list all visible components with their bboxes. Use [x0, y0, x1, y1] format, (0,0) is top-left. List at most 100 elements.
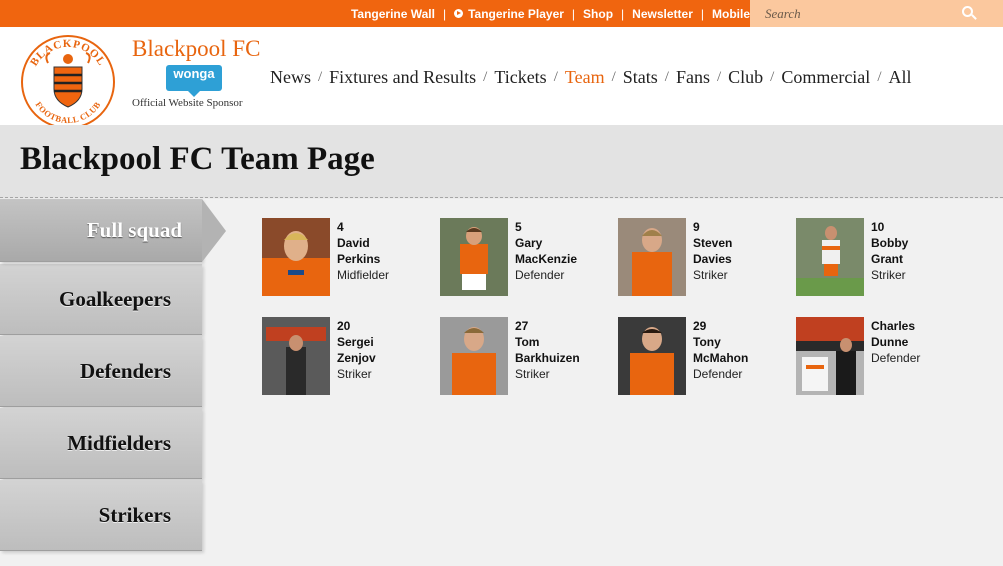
team-content: Full squad Goalkeepers Defenders Midfiel… [0, 199, 1003, 566]
player-photo [796, 218, 864, 296]
squad-filter-menu: Full squad Goalkeepers Defenders Midfiel… [0, 199, 226, 552]
player-card[interactable]: 10 Bobby Grant Striker [796, 218, 966, 298]
club-crest-logo[interactable]: BLACKPOOL FOOTBALL CLUB [18, 33, 118, 129]
player-position: Striker [337, 367, 372, 381]
player-first-name: Sergei [337, 335, 374, 349]
menu-strikers[interactable]: Strikers [0, 480, 202, 551]
player-position: Defender [871, 351, 921, 365]
player-photo [440, 317, 508, 395]
player-number: 4 [337, 220, 344, 234]
nav-separator: / [318, 69, 323, 85]
player-number: 27 [515, 319, 529, 333]
player-number: 10 [871, 220, 885, 234]
top-link-tangerine-wall[interactable]: Tangerine Wall [351, 7, 435, 21]
menu-full-squad[interactable]: Full squad [0, 199, 226, 262]
player-card[interactable]: 20 Sergei Zenjov Striker [262, 317, 432, 397]
player-info: 5 Gary MacKenzie Defender [515, 219, 577, 283]
player-photo [618, 218, 686, 296]
player-last-name: Dunne [871, 335, 909, 349]
player-info: 27 Tom Barkhuizen Striker [515, 318, 580, 382]
top-link-shop[interactable]: Shop [583, 7, 613, 21]
top-links: Tangerine Wall | Tangerine Player | Shop… [351, 0, 750, 27]
nav-team[interactable]: Team [565, 67, 605, 88]
player-first-name: Steven [693, 236, 733, 250]
player-photo [440, 218, 508, 296]
player-info: Charles Dunne Defender [871, 318, 920, 366]
player-first-name: Tony [693, 335, 721, 349]
player-first-name: Tom [515, 335, 540, 349]
player-last-name: Davies [693, 252, 732, 266]
nav-all[interactable]: All [888, 67, 911, 88]
top-bar: Tangerine Wall | Tangerine Player | Shop… [0, 0, 1003, 27]
player-last-name: MacKenzie [515, 252, 578, 266]
nav-fixtures-and-results[interactable]: Fixtures and Results [329, 67, 476, 88]
nav-separator: / [716, 69, 722, 85]
club-name[interactable]: Blackpool FC [132, 36, 260, 62]
top-link-tangerine-player[interactable]: Tangerine Player [454, 7, 564, 21]
separator: | [700, 6, 704, 21]
play-icon [454, 9, 464, 18]
menu-defenders[interactable]: Defenders [0, 336, 202, 407]
player-first-name: Bobby [871, 236, 909, 250]
player-info: 10 Bobby Grant Striker [871, 219, 908, 283]
player-card[interactable]: Charles Dunne Defender [796, 317, 966, 397]
player-info: 9 Steven Davies Striker [693, 219, 732, 283]
player-last-name: McMahon [693, 351, 749, 365]
player-info: 20 Sergei Zenjov Striker [337, 318, 376, 382]
player-position: Defender [515, 268, 565, 282]
main-nav: News / Fixtures and Results / Tickets / … [270, 67, 912, 88]
player-info: 29 Tony McMahon Defender [693, 318, 748, 382]
nav-separator: / [664, 69, 669, 85]
player-photo [262, 317, 330, 395]
player-number: 20 [337, 319, 351, 333]
separator: | [621, 6, 625, 21]
player-last-name: Zenjov [337, 351, 376, 365]
search-input[interactable] [750, 5, 950, 22]
nav-separator: / [553, 69, 558, 85]
nav-stats[interactable]: Stats [623, 67, 658, 88]
top-link-label: Tangerine Player [468, 6, 564, 21]
player-card[interactable]: 27 Tom Barkhuizen Striker [440, 317, 610, 397]
menu-midfielders[interactable]: Midfielders [0, 408, 202, 479]
search-icon[interactable] [962, 6, 973, 17]
player-number: 9 [693, 220, 700, 234]
menu-goalkeepers[interactable]: Goalkeepers [0, 264, 202, 335]
site-header: BLACKPOOL FOOTBALL CLUB Blackpool FC won… [0, 27, 1003, 129]
player-card[interactable]: 5 Gary MacKenzie Defender [440, 218, 610, 298]
player-position: Midfielder [337, 268, 390, 282]
player-last-name: Grant [871, 252, 904, 266]
player-photo [262, 218, 330, 296]
player-position: Striker [515, 367, 550, 381]
nav-news[interactable]: News [270, 67, 311, 88]
player-card[interactable]: 9 Steven Davies Striker [618, 218, 788, 298]
player-first-name: David [337, 236, 370, 250]
player-number: 29 [693, 319, 707, 333]
nav-separator: / [483, 69, 488, 85]
top-link-newsletter[interactable]: Newsletter [632, 7, 693, 21]
nav-fans[interactable]: Fans [676, 67, 710, 88]
player-position: Defender [693, 367, 743, 381]
nav-separator: / [877, 69, 882, 85]
player-card[interactable]: 4 David Perkins Midfielder [262, 218, 432, 298]
sponsor-caption: Official Website Sponsor [132, 97, 243, 109]
separator: | [571, 6, 576, 21]
separator: | [442, 6, 447, 21]
nav-separator: / [770, 69, 775, 85]
player-card[interactable]: 29 Tony McMahon Defender [618, 317, 788, 397]
player-last-name: Barkhuizen [515, 351, 580, 365]
player-photo [796, 317, 864, 395]
nav-club[interactable]: Club [728, 67, 763, 88]
nav-tickets[interactable]: Tickets [494, 67, 546, 88]
top-link-mobile[interactable]: Mobile [712, 7, 750, 21]
nav-separator: / [611, 69, 616, 85]
player-photo [618, 317, 686, 395]
player-last-name: Perkins [337, 252, 381, 266]
player-position: Striker [693, 268, 728, 282]
nav-commercial[interactable]: Commercial [781, 67, 870, 88]
player-info: 4 David Perkins Midfielder [337, 219, 389, 283]
sponsor-logo[interactable]: wonga [166, 65, 222, 97]
player-first-name: Gary [515, 236, 543, 250]
player-number: 5 [515, 220, 522, 234]
search-box [750, 0, 1003, 27]
title-band: Blackpool FC Team Page [0, 125, 1003, 198]
